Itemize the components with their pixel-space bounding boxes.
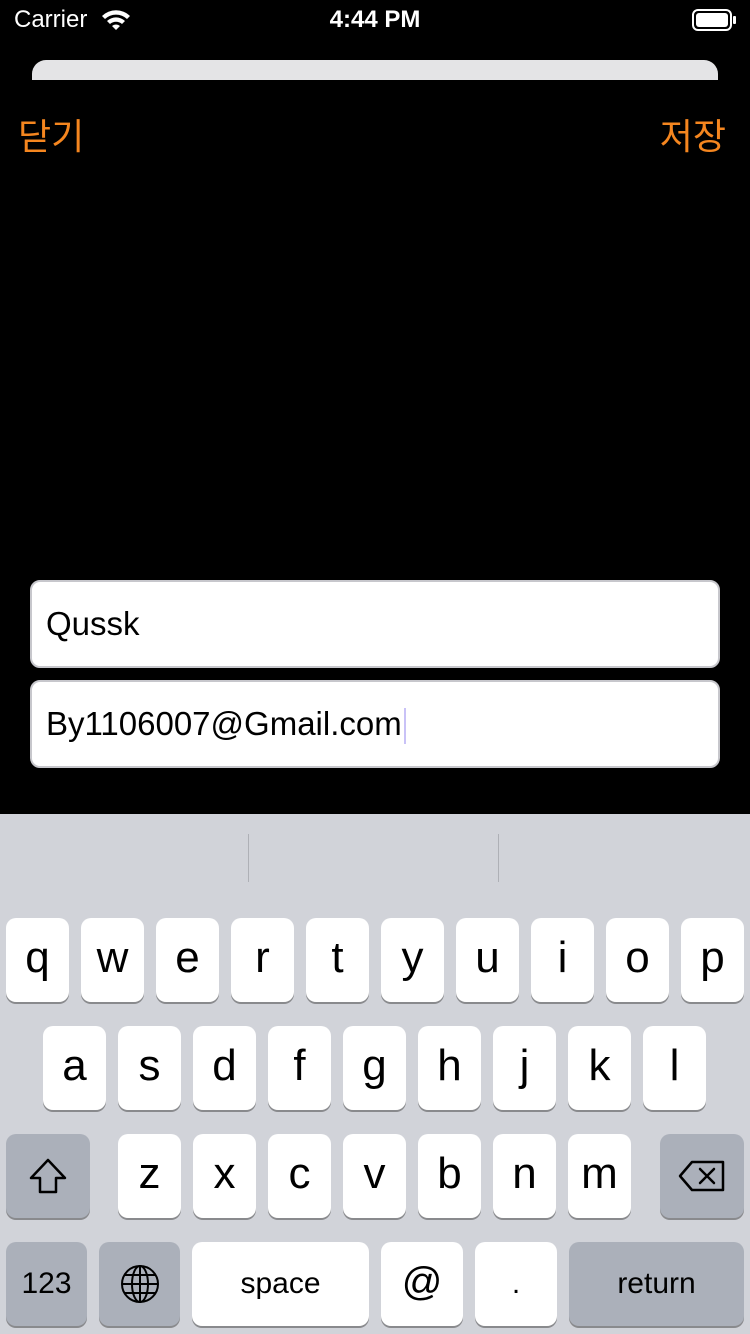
prediction-divider (248, 834, 249, 882)
key-e[interactable]: e (156, 918, 219, 1002)
status-bar: Carrier 4:44 PM (0, 0, 750, 40)
key-o[interactable]: o (606, 918, 669, 1002)
numbers-key[interactable]: 123 (6, 1242, 87, 1326)
key-s[interactable]: s (118, 1026, 181, 1110)
key-r[interactable]: r (231, 918, 294, 1002)
email-field[interactable]: By1106007@Gmail.com (30, 680, 720, 768)
key-h[interactable]: h (418, 1026, 481, 1110)
email-field-value: By1106007@Gmail.com (46, 705, 402, 742)
key-k[interactable]: k (568, 1026, 631, 1110)
key-x[interactable]: x (193, 1134, 256, 1218)
globe-key[interactable] (99, 1242, 180, 1326)
prediction-divider (498, 834, 499, 882)
keyboard: q w e r t y u i o p a s d f g h j k l z … (0, 814, 750, 1334)
key-d[interactable]: d (193, 1026, 256, 1110)
key-v[interactable]: v (343, 1134, 406, 1218)
close-button[interactable]: 닫기 (18, 108, 84, 160)
key-n[interactable]: n (493, 1134, 556, 1218)
key-z[interactable]: z (118, 1134, 181, 1218)
key-y[interactable]: y (381, 918, 444, 1002)
key-j[interactable]: j (493, 1026, 556, 1110)
shift-key[interactable] (6, 1134, 90, 1218)
key-l[interactable]: l (643, 1026, 706, 1110)
key-p[interactable]: p (681, 918, 744, 1002)
name-field-value: Qussk (46, 605, 140, 642)
key-a[interactable]: a (43, 1026, 106, 1110)
key-w[interactable]: w (81, 918, 144, 1002)
key-q[interactable]: q (6, 918, 69, 1002)
text-cursor (403, 708, 406, 745)
key-i[interactable]: i (531, 918, 594, 1002)
clock-time: 4:44 PM (329, 6, 421, 33)
key-t[interactable]: t (306, 918, 369, 1002)
name-field[interactable]: Qussk (30, 580, 720, 668)
key-c[interactable]: c (268, 1134, 331, 1218)
globe-icon (120, 1265, 159, 1303)
backspace-icon (678, 1160, 725, 1192)
period-key[interactable]: . (475, 1242, 557, 1326)
backspace-key[interactable] (660, 1134, 744, 1218)
key-f[interactable]: f (268, 1026, 331, 1110)
at-key[interactable]: @ (381, 1242, 463, 1326)
space-key[interactable]: space (192, 1242, 369, 1326)
shift-icon (29, 1158, 67, 1194)
key-b[interactable]: b (418, 1134, 481, 1218)
battery-icon (692, 9, 736, 31)
save-button[interactable]: 저장 (660, 108, 726, 160)
key-m[interactable]: m (568, 1134, 631, 1218)
key-g[interactable]: g (343, 1026, 406, 1110)
return-key[interactable]: return (569, 1242, 744, 1326)
key-u[interactable]: u (456, 918, 519, 1002)
